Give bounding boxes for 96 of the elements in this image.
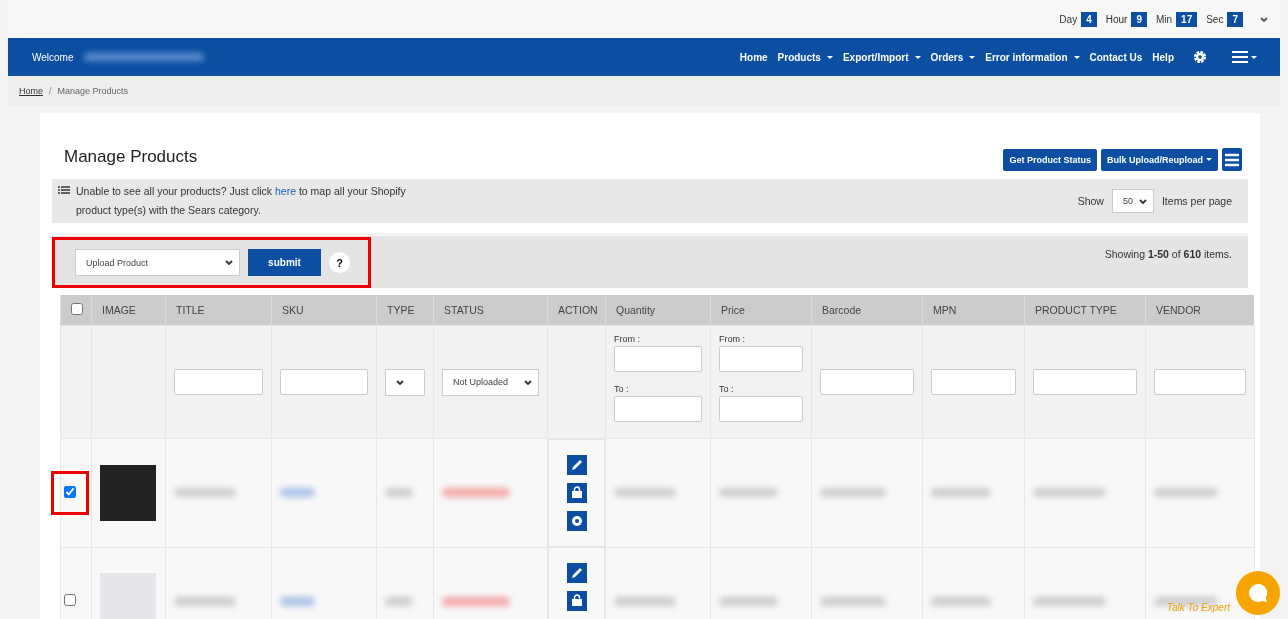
- blurred-text: [614, 596, 676, 606]
- column-header[interactable]: TITLE: [165, 295, 272, 326]
- row-checkbox[interactable]: [64, 485, 76, 498]
- welcome-text: Welcome: [32, 51, 74, 63]
- filter-field[interactable]: [614, 346, 702, 372]
- range-label: To :: [614, 384, 630, 394]
- filter-field[interactable]: [719, 346, 803, 372]
- blurred-text: [719, 596, 778, 606]
- chevron-down-icon: [225, 260, 233, 265]
- here-link[interactable]: here: [275, 185, 297, 197]
- blurred-text: [931, 596, 991, 606]
- chevron-down-icon: [1138, 198, 1147, 204]
- row-checkbox[interactable]: [64, 594, 76, 606]
- chat-caption: Talk To Expert: [1166, 602, 1230, 613]
- blurred-text: [385, 488, 413, 498]
- countdown-label: Day: [1059, 13, 1078, 25]
- menu-button[interactable]: [1222, 148, 1242, 171]
- chat-bubble-icon: [1247, 582, 1269, 604]
- blurred-text: [280, 596, 316, 606]
- column-header[interactable]: IMAGE: [91, 295, 166, 326]
- breadcrumb-current: Manage Products: [57, 86, 129, 96]
- chat-button[interactable]: [1236, 571, 1280, 615]
- breadcrumb-separator: /: [49, 86, 52, 96]
- countdown-value: 9: [1131, 11, 1147, 27]
- pencil-icon: [566, 455, 587, 475]
- settings-icon: [1192, 49, 1208, 65]
- blurred-text: [442, 488, 510, 498]
- filter-field[interactable]: [1033, 369, 1137, 395]
- blurred-text: [820, 488, 886, 498]
- blurred-text: [280, 488, 316, 498]
- column-header[interactable]: Quantity: [605, 295, 711, 326]
- blurred-text: [174, 488, 237, 498]
- shopping-bag-icon: [566, 483, 587, 503]
- column-header[interactable]: Barcode: [811, 295, 923, 326]
- filter-field[interactable]: [174, 369, 263, 395]
- nav-link[interactable]: Products: [777, 51, 833, 63]
- range-label: From :: [614, 334, 641, 344]
- blurred-text: [385, 596, 413, 606]
- blurred-text: [719, 488, 778, 498]
- notice-text: Unable to see all your products? Just click here to map all your Shopify product type(s) with the Sears category.: [76, 184, 406, 218]
- blurred-text: [442, 596, 510, 606]
- nav-link[interactable]: Export/Import: [842, 51, 921, 63]
- shopping-bag-icon: [566, 591, 587, 611]
- column-header[interactable]: PRODUCT TYPE: [1024, 295, 1146, 326]
- range-label: From :: [719, 334, 746, 344]
- breadcrumb-link[interactable]: Home: [19, 86, 43, 96]
- nav-link[interactable]: Help: [1152, 51, 1174, 63]
- filter-field[interactable]: [1154, 369, 1246, 395]
- blurred-text: [820, 596, 886, 606]
- pencil-icon: [566, 563, 587, 583]
- countdown-label: Min: [1155, 13, 1173, 25]
- help-button[interactable]: ?: [329, 252, 350, 273]
- menu-icon: [1232, 50, 1258, 64]
- items-summary: Showing 1-50 of 610 items.: [1104, 248, 1232, 260]
- column-header[interactable]: Price: [710, 295, 812, 326]
- page-title: Manage Products: [64, 147, 198, 167]
- bulk-action-select[interactable]: Upload Product: [75, 249, 240, 276]
- header-button[interactable]: Get Product Status: [1003, 148, 1097, 171]
- filter-field[interactable]: [280, 369, 368, 395]
- blurred-text: [614, 488, 676, 498]
- countdown-value: 4: [1081, 11, 1097, 27]
- blurred-text: [1154, 488, 1219, 498]
- countdown-label: Sec: [1206, 13, 1224, 25]
- nav-link[interactable]: Orders: [930, 51, 976, 63]
- page-size-select[interactable]: 50: [1111, 189, 1154, 213]
- chevron-down-icon: [524, 379, 532, 385]
- filter-select[interactable]: [385, 368, 425, 396]
- select-all-checkbox[interactable]: [71, 303, 83, 315]
- chevron-down-icon: [396, 379, 404, 385]
- range-label: To :: [719, 384, 735, 394]
- filter-field[interactable]: [820, 369, 914, 395]
- show-label: Show: [1077, 195, 1104, 207]
- column-header[interactable]: ACTION: [547, 295, 606, 326]
- items-per-page-label: Items per page: [1161, 195, 1232, 207]
- list-icon: [58, 186, 70, 194]
- blurred-text: [174, 596, 237, 606]
- header-button[interactable]: Bulk Upload/Reupload: [1101, 148, 1218, 171]
- column-header[interactable]: STATUS: [433, 295, 548, 326]
- column-header[interactable]: MPN: [922, 295, 1025, 326]
- nav-link[interactable]: Contact Us: [1089, 51, 1143, 63]
- filter-field[interactable]: [931, 369, 1016, 395]
- column-header[interactable]: TYPE: [376, 295, 434, 326]
- column-header[interactable]: SKU: [271, 295, 377, 326]
- filter-select[interactable]: Not Uploaded: [442, 368, 539, 396]
- countdown-label: Hour: [1105, 13, 1128, 25]
- countdown-value: 17: [1176, 11, 1198, 27]
- filter-field[interactable]: [719, 396, 803, 422]
- filter-field[interactable]: [614, 396, 702, 422]
- blurred-text: [931, 488, 991, 498]
- nav-link[interactable]: Error information: [985, 51, 1080, 63]
- photo-placeholder: [100, 464, 156, 521]
- submit-button[interactable]: submit: [248, 249, 321, 276]
- chevron-down-icon: [1260, 16, 1268, 22]
- column-header[interactable]: VENDOR: [1145, 295, 1254, 326]
- countdown-value: 7: [1227, 11, 1243, 27]
- nav-link[interactable]: Home: [739, 51, 768, 63]
